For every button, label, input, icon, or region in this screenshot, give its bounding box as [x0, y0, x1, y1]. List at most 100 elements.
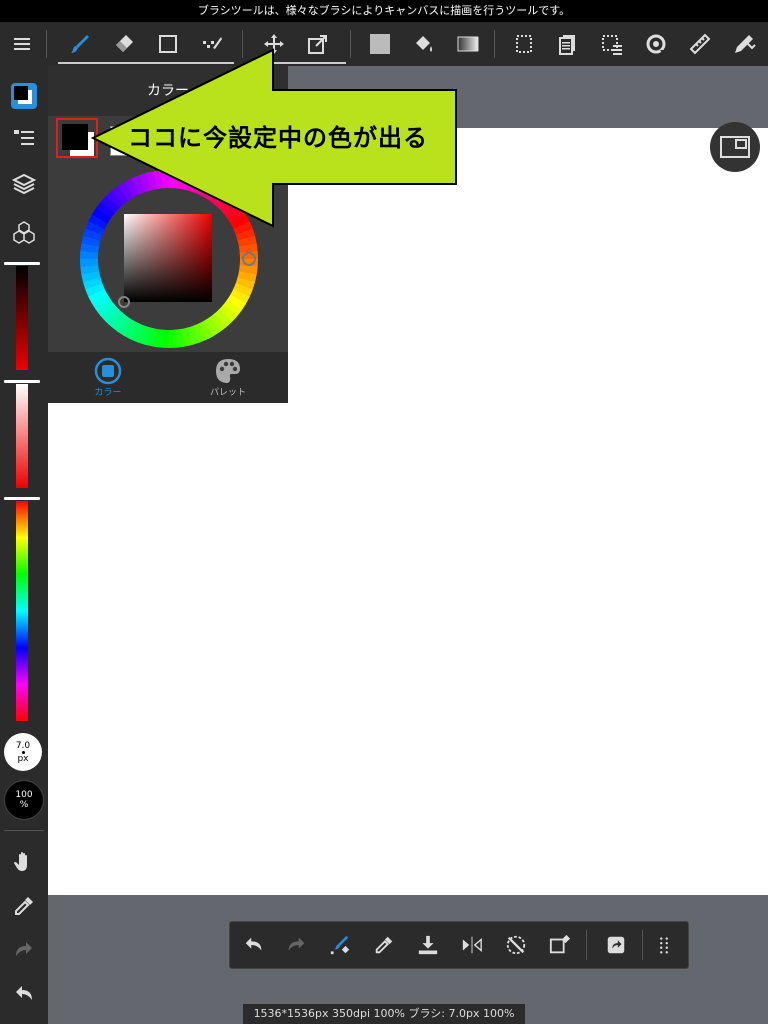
tab-palette[interactable]: パレット	[168, 352, 288, 403]
menu-button[interactable]	[0, 22, 44, 66]
brush-eraser-toggle-button[interactable]	[318, 923, 362, 967]
gradient-icon	[457, 36, 479, 52]
undo-button[interactable]	[232, 923, 276, 967]
color-wheel[interactable]	[76, 166, 262, 352]
tab-color[interactable]: カラー	[48, 352, 168, 403]
layer-copy-button[interactable]	[546, 22, 590, 66]
eyedropper-button[interactable]	[362, 923, 406, 967]
brush-size-unit: px	[17, 753, 29, 764]
clear-icon	[549, 934, 571, 954]
redo-side-button[interactable]	[2, 930, 46, 970]
eraser-tool-button[interactable]	[102, 22, 146, 66]
color-panel-button[interactable]	[2, 76, 46, 116]
ruler-button[interactable]	[678, 22, 722, 66]
brush-list-button[interactable]	[2, 118, 46, 158]
save-button[interactable]	[406, 923, 450, 967]
current-color-swatch[interactable]	[56, 118, 98, 158]
flip-button[interactable]	[450, 923, 494, 967]
sv-square-shade	[124, 214, 212, 302]
palette-icon	[216, 359, 240, 383]
move-tool-button[interactable]	[252, 22, 296, 66]
brush-tool-button[interactable]	[58, 22, 102, 66]
select-tool-button[interactable]	[502, 22, 546, 66]
dot-pen-icon	[203, 37, 222, 49]
tab-color-label: カラー	[94, 388, 122, 398]
ruler-icon	[689, 33, 711, 55]
status-bar: 1536*1536px 350dpi 100% ブラシ: 7.0px 100%	[243, 1004, 525, 1024]
flip-icon	[462, 936, 482, 954]
toolbar-divider	[46, 30, 47, 58]
toolbar-divider	[242, 30, 243, 58]
more-button[interactable]	[642, 923, 686, 967]
hint-bar: ブラシツールは、様々なブラシによりキャンバスに描画を行うツールです。	[0, 0, 768, 22]
foreground-color-chip	[62, 124, 88, 150]
eyedropper-side-button[interactable]	[2, 886, 46, 926]
hue-slider[interactable]	[16, 501, 28, 721]
callout-label: ココに今設定中の色が出る	[128, 124, 428, 152]
pen-settings-button[interactable]	[722, 22, 766, 66]
transform-tool-button[interactable]	[296, 22, 340, 66]
tool-group-underline	[252, 62, 346, 64]
download-icon	[418, 935, 438, 955]
brush-size-button[interactable]: 7.0 px	[4, 733, 42, 771]
hand-tool-button[interactable]	[2, 842, 46, 882]
layer-copy-icon	[559, 35, 575, 55]
eyedropper-icon	[375, 936, 393, 954]
undo-icon	[245, 937, 262, 951]
select-icon	[516, 35, 532, 53]
dot-tool-button[interactable]	[190, 22, 234, 66]
brightness-slider[interactable]	[16, 266, 28, 370]
transparent-color-chip[interactable]	[110, 126, 130, 156]
dots-grid-icon	[660, 937, 668, 954]
layers-button[interactable]	[2, 164, 46, 204]
select-layer-button[interactable]	[590, 22, 634, 66]
left-sidebar: 7.0 px 100 %	[0, 66, 48, 1024]
panel-tabs: カラー パレット	[48, 352, 288, 403]
navigator-button[interactable]	[710, 122, 760, 172]
fill-color-icon	[370, 34, 390, 54]
toolbar-divider	[350, 30, 351, 58]
rotate-canvas-button[interactable]	[634, 22, 678, 66]
panel-title: カラー	[48, 66, 288, 116]
menu-icon	[14, 38, 30, 50]
hue-slider-handle[interactable]	[4, 497, 40, 500]
shape-icon	[159, 35, 177, 53]
light-red-slider-handle[interactable]	[4, 380, 40, 383]
eyedropper-icon	[15, 897, 33, 915]
clear-layer-button[interactable]	[538, 923, 582, 967]
transform-icon	[308, 35, 327, 54]
opacity-button[interactable]: 100 %	[4, 780, 44, 820]
saturation-slider[interactable]	[16, 384, 28, 488]
brush-size-value: 7.0	[15, 740, 31, 751]
rotate-cancel-icon	[506, 935, 526, 955]
cubes-icon	[13, 221, 35, 244]
gradient-tool-button[interactable]	[446, 22, 490, 66]
opacity-unit: %	[19, 800, 29, 810]
shape-tool-button[interactable]	[146, 22, 190, 66]
materials-button[interactable]	[2, 212, 46, 252]
redo-button[interactable]	[274, 923, 318, 967]
select-dotted-icon	[602, 35, 622, 55]
sidebar-divider	[4, 830, 44, 831]
hand-icon	[14, 852, 27, 871]
bucket-tool-button[interactable]	[402, 22, 446, 66]
tab-palette-label: パレット	[209, 388, 246, 398]
layers-icon	[12, 173, 36, 195]
rotate-reset-button[interactable]	[494, 923, 538, 967]
color-panel: カラー カラー パレット	[48, 66, 288, 403]
list-icon	[14, 130, 34, 145]
undo-icon	[16, 986, 32, 1000]
toolbar-divider	[494, 30, 495, 58]
opacity-value: 100	[15, 790, 33, 800]
pen-icon	[735, 35, 756, 53]
dark-red-slider-handle[interactable]	[4, 262, 40, 265]
move-icon	[264, 34, 284, 54]
share-button[interactable]	[594, 923, 638, 967]
color-tab-icon	[94, 357, 122, 385]
bucket-icon	[416, 36, 432, 52]
share-icon	[607, 936, 625, 954]
fill-color-button[interactable]	[358, 22, 402, 66]
redo-icon	[16, 942, 32, 956]
color-swatch-icon	[11, 83, 37, 109]
undo-side-button[interactable]	[2, 974, 46, 1014]
